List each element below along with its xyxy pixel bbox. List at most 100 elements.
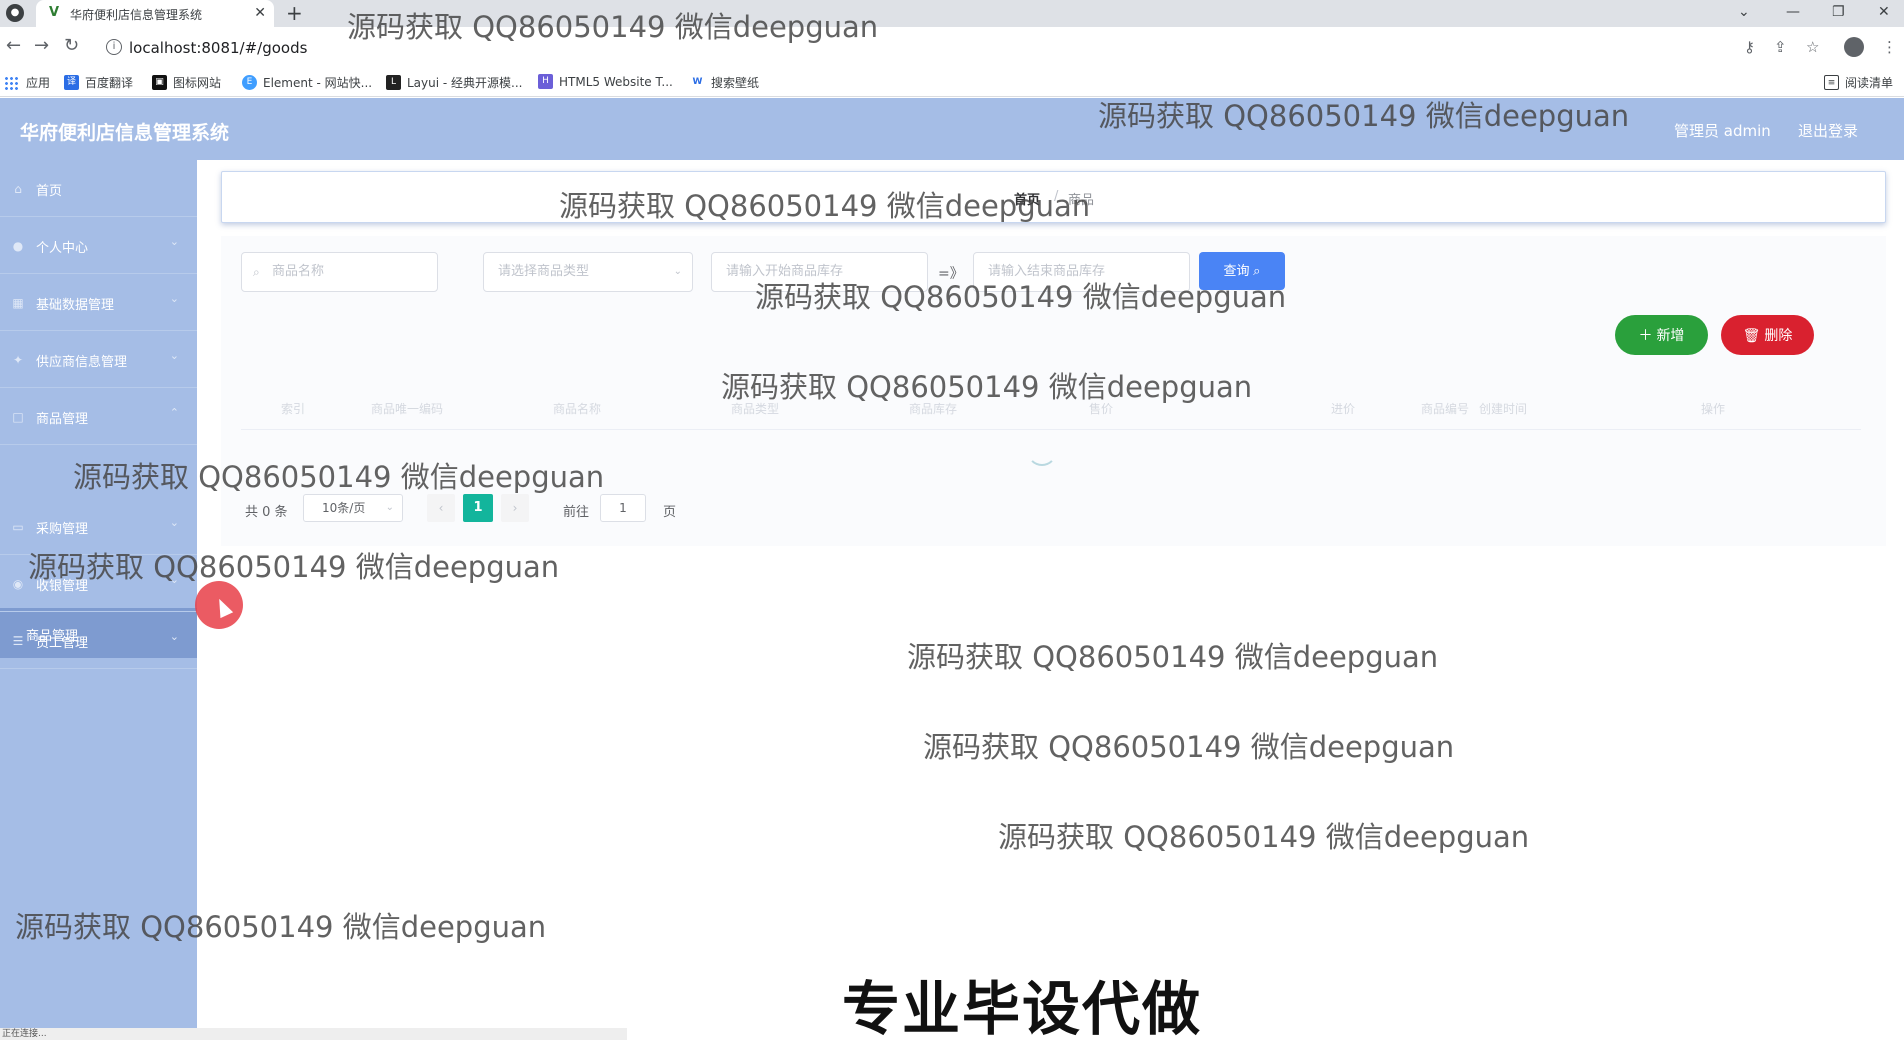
sidebar-item-base-data[interactable]: ▦ 基础数据管理 ⌄ bbox=[0, 274, 197, 331]
delete-button[interactable]: 🗑 删除 bbox=[1721, 315, 1814, 355]
column-header: 商品唯一编码 bbox=[371, 402, 444, 416]
sidebar-item-home[interactable]: ⌂ 首页 bbox=[0, 160, 197, 217]
goods-panel: ⌕ 商品名称 请选择商品类型 ⌄ 请输入开始商品库存 =》 请输入结束商品库存 … bbox=[221, 236, 1886, 546]
chevron-down-icon: ⌄ bbox=[169, 573, 179, 586]
current-user: 管理员 admin bbox=[1674, 122, 1771, 140]
browser-menu-icon[interactable]: ● bbox=[6, 4, 24, 22]
bookmark-star-icon[interactable]: ☆ bbox=[1806, 37, 1819, 57]
tab-search-icon[interactable]: ⌄ bbox=[1738, 2, 1750, 22]
element-icon: E bbox=[242, 75, 257, 90]
stock-end-input[interactable]: 请输入结束商品库存 bbox=[973, 252, 1190, 292]
breadcrumb: 首页 / 商品 bbox=[221, 171, 1886, 223]
apps-grid-icon bbox=[4, 75, 18, 90]
prev-page-button[interactable]: ‹ bbox=[427, 494, 455, 522]
search-icon: ⌕ bbox=[1253, 263, 1261, 278]
bookmark-wallpaper[interactable]: W 搜索壁纸 bbox=[690, 74, 759, 91]
goto-page-input[interactable]: 1 bbox=[600, 494, 646, 522]
vue-logo-icon: V bbox=[48, 5, 60, 20]
goods-name-input[interactable]: ⌕ 商品名称 bbox=[241, 252, 438, 292]
search-icon: ⌕ bbox=[253, 265, 260, 279]
browser-toolbar: ← → ↻ i localhost:8081/#/goods ⚷ ⇪ ☆ ⋮ bbox=[0, 27, 1904, 67]
watermark-text: 源码获取 QQ86050149 微信deepguan bbox=[998, 820, 1530, 854]
loading-spinner-icon bbox=[1027, 436, 1057, 466]
home-icon: ⌂ bbox=[14, 182, 22, 196]
column-header: 操作 bbox=[1701, 402, 1726, 416]
column-header: 商品名称 bbox=[553, 402, 602, 416]
app-header: 华府便利店信息管理系统 管理员 admin 退出登录 bbox=[0, 98, 1904, 160]
goods-type-placeholder: 请选择商品类型 bbox=[498, 264, 590, 279]
forward-icon[interactable]: → bbox=[34, 36, 49, 56]
bookmark-baidu-translate[interactable]: 译百度翻译 bbox=[64, 74, 133, 91]
plus-icon: ＋ bbox=[1638, 327, 1653, 343]
watermark-text: 源码获取 QQ86050149 微信deepguan bbox=[907, 640, 1439, 674]
reading-list[interactable]: ≡ 阅读清单 bbox=[1824, 74, 1893, 91]
sidebar-menu: ⌂ 首页 ● 个人中心 ⌄ ▦ 基础数据管理 ⌄ ✦ 供应商信息管理 ⌄ □ 商… bbox=[0, 160, 197, 1040]
goods-table-header: 索引 商品唯一编码 商品名称 商品类型 商品库存 售价 进价 商品编号 创建时间… bbox=[241, 386, 1861, 430]
layui-icon: L bbox=[386, 75, 401, 90]
watermark-text: 源码获取 QQ86050149 微信deepguan bbox=[923, 730, 1455, 764]
page-size-select[interactable]: 10条/页 ⌄ bbox=[303, 494, 403, 522]
sidebar-item-cashier[interactable]: ◉ 收银管理 ⌄ bbox=[0, 555, 197, 612]
chevron-up-icon: ⌃ bbox=[169, 406, 179, 419]
baidu-translate-icon: 译 bbox=[64, 75, 79, 90]
reading-list-icon: ≡ bbox=[1824, 75, 1839, 90]
range-separator: =》 bbox=[938, 266, 964, 282]
browser-tabstrip: ● V 华府便利店信息管理系统 ✕ + ⌄ — ❐ ✕ bbox=[0, 0, 1904, 27]
sidebar-item-supplier[interactable]: ✦ 供应商信息管理 ⌄ bbox=[0, 331, 197, 388]
breadcrumb-separator: / bbox=[1054, 189, 1059, 204]
page-unit-label: 页 bbox=[663, 505, 677, 520]
data-icon: ▦ bbox=[12, 296, 24, 310]
bookmark-apps[interactable]: 应用 bbox=[4, 74, 50, 91]
close-window-icon[interactable]: ✕ bbox=[1878, 2, 1890, 22]
breadcrumb-home[interactable]: 首页 bbox=[1014, 189, 1040, 208]
goods-type-select[interactable]: 请选择商品类型 ⌄ bbox=[483, 252, 693, 292]
sidebar-item-purchase[interactable]: ▭ 采购管理 ⌄ bbox=[0, 498, 197, 555]
sidebar-item-goods[interactable]: □ 商品管理 ⌃ bbox=[0, 388, 197, 445]
trash-icon: 🗑 bbox=[1742, 327, 1761, 343]
staff-icon: ☰ bbox=[12, 634, 24, 648]
chevron-down-icon: ⌄ bbox=[169, 630, 179, 643]
column-header: 创建时间 bbox=[1479, 402, 1528, 416]
bookmarks-bar: 应用 译百度翻译 ▣ 图标网站 E Element - 网站快... L Layui … bbox=[0, 67, 1904, 97]
minimize-icon[interactable]: — bbox=[1786, 2, 1800, 22]
sidebar-item-profile[interactable]: ● 个人中心 ⌄ bbox=[0, 217, 197, 274]
goods-icon: □ bbox=[12, 410, 24, 424]
more-menu-icon[interactable]: ⋮ bbox=[1882, 37, 1897, 57]
icon-site-icon: ▣ bbox=[152, 75, 167, 90]
wallpaper-icon: W bbox=[690, 75, 705, 90]
restore-icon[interactable]: ❐ bbox=[1832, 2, 1845, 22]
tab-close-icon[interactable]: ✕ bbox=[254, 4, 266, 22]
next-page-button[interactable]: › bbox=[501, 494, 529, 522]
goto-label: 前往 bbox=[563, 505, 590, 520]
chevron-down-icon: ⌄ bbox=[169, 292, 179, 305]
pagination-total: 共 0 条 bbox=[245, 505, 288, 520]
reload-icon[interactable]: ↻ bbox=[64, 36, 79, 56]
user-icon: ● bbox=[12, 239, 24, 253]
stock-end-placeholder: 请输入结束商品库存 bbox=[988, 264, 1106, 279]
add-button[interactable]: ＋ 新增 bbox=[1615, 315, 1708, 355]
browser-tab[interactable]: V 华府便利店信息管理系统 ✕ bbox=[36, 0, 274, 27]
bookmark-html5[interactable]: H HTML5 Website T... bbox=[538, 74, 673, 89]
current-page-button[interactable]: 1 bbox=[463, 494, 493, 522]
share-icon[interactable]: ⇪ bbox=[1774, 37, 1787, 57]
query-button[interactable]: 查询 ⌕ bbox=[1199, 252, 1285, 290]
chevron-down-icon: ⌄ bbox=[673, 266, 682, 277]
back-icon[interactable]: ← bbox=[6, 36, 21, 56]
bookmark-element[interactable]: E Element - 网站快... bbox=[242, 74, 372, 91]
new-tab-button[interactable]: + bbox=[286, 2, 303, 24]
app-title: 华府便利店信息管理系统 bbox=[20, 122, 230, 144]
bookmark-icon-site[interactable]: ▣ 图标网站 bbox=[152, 74, 221, 91]
chevron-down-icon: ⌄ bbox=[169, 349, 179, 362]
stock-start-input[interactable]: 请输入开始商品库存 bbox=[711, 252, 928, 292]
site-info-icon[interactable]: i bbox=[106, 39, 122, 55]
sidebar-item-staff[interactable]: ☰ 员工管理 ⌄ bbox=[0, 612, 197, 669]
logout-link[interactable]: 退出登录 bbox=[1798, 120, 1858, 141]
bookmark-layui[interactable]: L Layui - 经典开源模... bbox=[386, 74, 522, 91]
address-bar[interactable]: localhost:8081/#/goods bbox=[129, 39, 307, 57]
column-header: 售价 bbox=[1089, 402, 1114, 416]
key-icon[interactable]: ⚷ bbox=[1744, 37, 1755, 57]
profile-avatar-icon[interactable] bbox=[1844, 37, 1864, 57]
chevron-down-icon: ⌄ bbox=[169, 516, 179, 529]
goods-name-placeholder: 商品名称 bbox=[272, 264, 325, 279]
browser-status-bar: 正在连接... bbox=[0, 1028, 627, 1040]
